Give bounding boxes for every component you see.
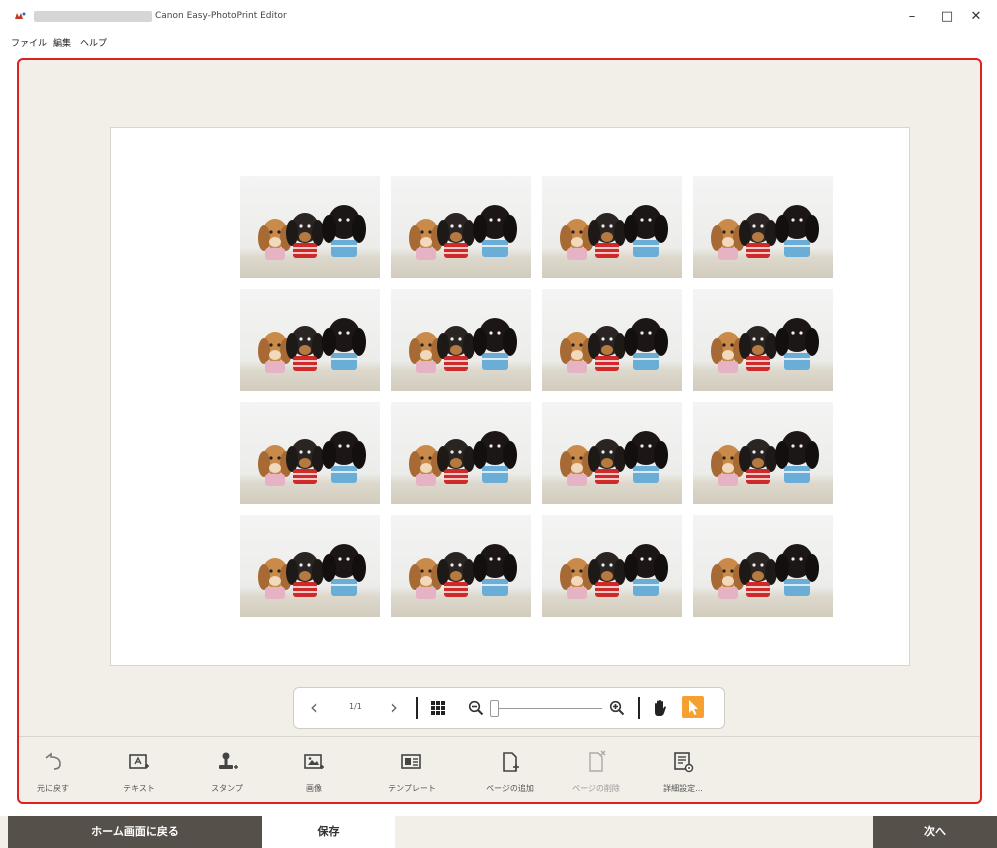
action-label: スタンプ (211, 784, 243, 793)
dogs-photo-image (560, 318, 668, 373)
footer-bar: ホーム画面に戻る 保存 次へ (0, 816, 997, 848)
dogs-photo-image (409, 544, 517, 599)
action-image-button[interactable]: 画像 (274, 750, 354, 794)
toolbar-divider (416, 697, 418, 719)
photo-slot[interactable] (391, 402, 531, 504)
dogs-photo-image (409, 318, 517, 373)
action-stamp-button[interactable]: スタンプ (187, 750, 267, 794)
photo-slot[interactable] (542, 402, 682, 504)
action-bar-divider (19, 736, 980, 737)
photo-slot[interactable] (240, 176, 380, 278)
action-label: 画像 (306, 784, 322, 793)
pointer-arrow-icon (689, 700, 698, 715)
maximize-button[interactable]: □ (933, 6, 961, 28)
stamp-icon (219, 752, 238, 769)
zoom-out-icon[interactable] (468, 700, 484, 716)
photo-slot[interactable] (542, 176, 682, 278)
hand-pan-icon[interactable] (652, 699, 668, 717)
close-button[interactable]: ✕ (962, 6, 990, 28)
template-icon (401, 754, 421, 769)
action-label: テキスト (123, 784, 155, 793)
previous-page-button[interactable]: ‹ (310, 695, 318, 719)
select-tool-button[interactable] (682, 696, 704, 718)
redacted-title-prefix (34, 11, 152, 22)
print-page-canvas[interactable] (110, 127, 910, 666)
next-button[interactable]: 次へ (873, 816, 997, 848)
photo-slot[interactable] (240, 289, 380, 391)
menu-bar: ファイル 編集 ヘルプ (0, 34, 997, 51)
menu-file[interactable]: ファイル (11, 36, 47, 49)
app-logo-icon (14, 11, 26, 21)
action-label: ページの削除 (572, 784, 620, 793)
photo-slot[interactable] (240, 515, 380, 617)
dogs-photo-image (560, 431, 668, 486)
dogs-photo-image (258, 205, 366, 260)
page-indicator: 1/1 (349, 702, 362, 711)
toolbar-divider (638, 697, 640, 719)
zoom-slider-track[interactable] (490, 708, 602, 709)
zoom-in-icon[interactable] (609, 700, 625, 716)
dogs-photo-image (711, 431, 819, 486)
action-add-page-button[interactable]: ページの追加 (470, 750, 550, 794)
title-bar: Canon Easy-PhotoPrint Editor – □ ✕ (0, 0, 997, 34)
photo-slot[interactable] (693, 402, 833, 504)
image-icon (304, 754, 324, 769)
dogs-photo-image (409, 431, 517, 486)
photo-slot[interactable] (391, 289, 531, 391)
action-advanced-settings-button[interactable]: 詳細設定... (643, 750, 723, 794)
photo-slot[interactable] (542, 515, 682, 617)
dogs-photo-image (711, 544, 819, 599)
save-button[interactable]: 保存 (262, 816, 395, 848)
editor-workspace: ‹ 1/1 › 元に戻すテキスト スタンプ 画像 テンプレート ページの追加 ペ… (17, 58, 982, 804)
view-toolbar: ‹ 1/1 › (293, 687, 725, 729)
dogs-photo-image (409, 205, 517, 260)
dogs-photo-image (711, 205, 819, 260)
action-template-button[interactable]: テンプレート (372, 750, 452, 794)
dogs-photo-image (560, 544, 668, 599)
photo-slot[interactable] (693, 176, 833, 278)
window-title: Canon Easy-PhotoPrint Editor (155, 11, 287, 21)
add-page-icon (503, 752, 519, 772)
dogs-photo-image (711, 318, 819, 373)
undo-icon (45, 752, 61, 770)
menu-edit[interactable]: 編集 (53, 36, 71, 49)
delete-page-icon (589, 750, 606, 772)
grid-view-icon[interactable] (430, 700, 446, 716)
back-to-home-button[interactable]: ホーム画面に戻る (8, 816, 262, 848)
action-label: ページの追加 (486, 784, 534, 793)
action-text-button[interactable]: テキスト (99, 750, 179, 794)
dogs-photo-image (258, 431, 366, 486)
menu-help[interactable]: ヘルプ (80, 36, 107, 49)
photo-slot[interactable] (693, 289, 833, 391)
dogs-photo-image (258, 544, 366, 599)
dogs-photo-image (560, 205, 668, 260)
photo-slot[interactable] (542, 289, 682, 391)
dogs-photo-image (258, 318, 366, 373)
minimize-button[interactable]: – (898, 6, 926, 28)
photo-slot[interactable] (693, 515, 833, 617)
photo-slot[interactable] (391, 176, 531, 278)
action-label: 元に戻す (37, 784, 69, 793)
photo-slot[interactable] (391, 515, 531, 617)
action-label: テンプレート (388, 784, 436, 793)
action-delete-page-button: ページの削除 (556, 750, 636, 794)
action-undo-button[interactable]: 元に戻す (13, 750, 93, 794)
zoom-slider-thumb[interactable] (490, 700, 499, 717)
next-page-button[interactable]: › (390, 695, 398, 719)
photo-slot[interactable] (240, 402, 380, 504)
advanced-settings-icon (674, 752, 694, 773)
text-icon (129, 754, 149, 769)
action-label: 詳細設定... (663, 784, 703, 793)
